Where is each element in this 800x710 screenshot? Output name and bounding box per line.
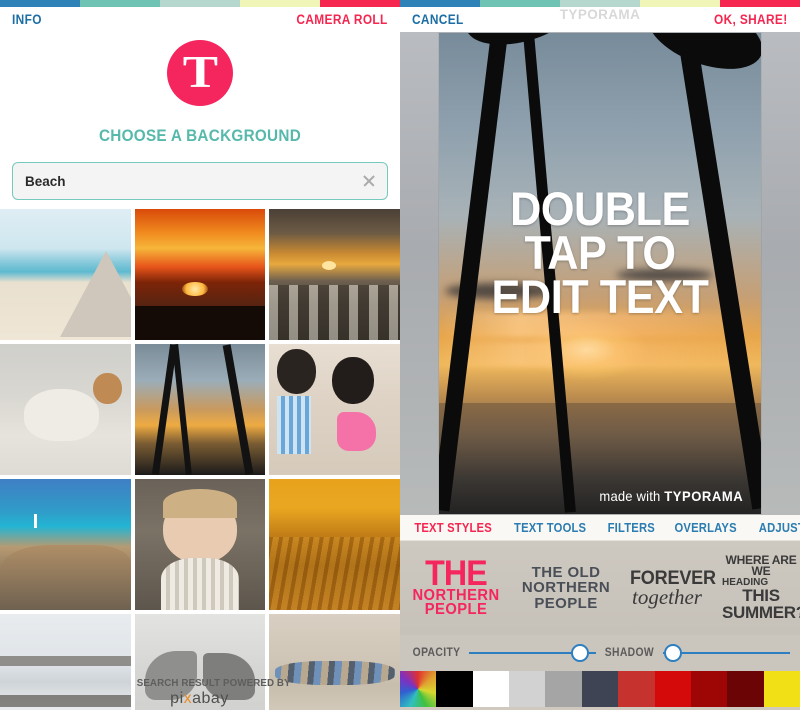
- cloud-band: [439, 340, 761, 367]
- preset1-line-3: PEOPLE: [424, 601, 488, 619]
- opacity-slider[interactable]: [469, 644, 597, 662]
- watermark[interactable]: made with TYPORAMA: [600, 488, 744, 504]
- color-swatch-row: [400, 671, 800, 707]
- preset2-line-2: NORTHERN: [521, 579, 611, 597]
- swatch-gray[interactable]: [545, 671, 582, 707]
- share-button[interactable]: OK, SHARE!: [715, 12, 788, 27]
- pixabay-p: pi: [170, 690, 184, 707]
- top-strip-segment: [320, 0, 400, 7]
- thumbnail-item[interactable]: [0, 614, 131, 710]
- pixabay-logo: pixabay: [132, 690, 267, 708]
- opacity-label: OPACITY: [412, 647, 461, 659]
- preset2-line-3: PEOPLE: [534, 594, 598, 612]
- swatch-white[interactable]: [472, 671, 510, 707]
- thumbnail-item[interactable]: [134, 209, 266, 340]
- canvas-text-line-2: TAP TO: [524, 226, 676, 280]
- text-styles-row: THE NORTHERN PEOPLE THE OLD NORTHERN PEO…: [400, 541, 800, 635]
- design-canvas[interactable]: DOUBLE TAP TO EDIT TEXT made with TYPORA…: [439, 33, 761, 514]
- swatch-red[interactable]: [654, 671, 691, 707]
- background-chooser-panel: INFO CAMERA ROLL T CHOOSE A BACKGROUND B…: [0, 0, 400, 710]
- top-strip-segment: [0, 0, 80, 7]
- search-input[interactable]: Beach: [12, 162, 388, 200]
- swatch-black[interactable]: [436, 671, 473, 707]
- search-row: Beach: [0, 146, 400, 200]
- thumbnail-item[interactable]: [0, 344, 131, 475]
- tab-adjustments[interactable]: ADJUSTMENTS: [759, 521, 800, 535]
- swatch-yellow[interactable]: [763, 671, 800, 707]
- thumbnail-item[interactable]: [269, 344, 400, 475]
- pixabay-credit: SEARCH RESULT POWERED BY pixabay: [132, 677, 291, 708]
- swatch-dark-red[interactable]: [690, 671, 728, 707]
- shadow-slider[interactable]: [662, 644, 791, 662]
- swatch-brick-red[interactable]: [618, 671, 655, 707]
- canvas-text-line-1: DOUBLE: [510, 181, 690, 235]
- tab-text-tools[interactable]: TEXT TOOLS: [514, 521, 586, 535]
- slider-controls: OPACITY SHADOW: [400, 635, 800, 671]
- thumbnail-item[interactable]: [269, 614, 400, 710]
- preview-area: DOUBLE TAP TO EDIT TEXT made with TYPORA…: [400, 32, 800, 515]
- preset3-line-2: together: [632, 584, 702, 609]
- canvas-text[interactable]: DOUBLE TAP TO EDIT TEXT: [452, 181, 748, 324]
- shadow-knob[interactable]: [664, 644, 683, 662]
- thumbnail-item[interactable]: [269, 209, 400, 340]
- watermark-prefix: made with: [599, 488, 661, 504]
- watermark-brand: TYPORAMA: [664, 488, 744, 504]
- top-color-strip: [0, 0, 800, 7]
- text-style-preset-1[interactable]: THE NORTHERN PEOPLE: [400, 541, 512, 635]
- canvas-text-line-3: EDIT TEXT: [491, 270, 709, 324]
- preset1-line-1: THE: [425, 554, 488, 594]
- logo-container: T: [0, 40, 400, 106]
- top-strip-segment: [720, 0, 800, 7]
- preset2-line-1: THE OLD: [531, 564, 601, 582]
- camera-roll-button[interactable]: CAMERA ROLL: [297, 12, 388, 27]
- pixabay-x: x: [183, 690, 193, 707]
- page-title: CHOOSE A BACKGROUND: [98, 126, 302, 145]
- thumbnail-item[interactable]: [134, 479, 266, 610]
- thumbnail-item[interactable]: [269, 479, 400, 610]
- preset4-line-4: SUMMER?: [722, 602, 800, 622]
- swatch-maroon[interactable]: [727, 671, 764, 707]
- top-strip-segment: [240, 0, 320, 7]
- pixabay-rest: abay: [192, 690, 229, 707]
- editor-tabbar: TEXT STYLES TEXT TOOLS FILTERS OVERLAYS ADJU…: [400, 515, 800, 541]
- color-picker-rainbow[interactable]: [400, 671, 437, 707]
- thumbnail-item[interactable]: [0, 209, 131, 340]
- top-strip-segment: [160, 0, 240, 7]
- editor-panel: CANCEL TYPORAMA OK, SHARE! DOUBLE TAP TO…: [400, 0, 800, 710]
- close-icon[interactable]: [362, 174, 376, 188]
- thumbnail-item[interactable]: [0, 479, 131, 610]
- swatch-dark-slate[interactable]: [581, 671, 619, 707]
- text-style-preset-4[interactable]: WHERE ARE WE HEADING THIS SUMMER?: [714, 541, 800, 635]
- top-strip-segment: [640, 0, 720, 7]
- top-strip-segment: [560, 0, 640, 7]
- logo-letter: T: [182, 46, 218, 97]
- tab-overlays[interactable]: OVERLAYS: [675, 521, 737, 535]
- swatch-light-gray[interactable]: [509, 671, 546, 707]
- typorama-app: INFO CAMERA ROLL T CHOOSE A BACKGROUND B…: [0, 0, 800, 710]
- credit-text: SEARCH RESULT POWERED BY: [136, 677, 291, 689]
- shadow-label: SHADOW: [604, 647, 655, 659]
- text-style-preset-3[interactable]: FOREVER together: [620, 541, 716, 635]
- thumbnail-grid: [0, 209, 400, 710]
- info-button[interactable]: INFO: [12, 12, 42, 27]
- top-strip-segment: [80, 0, 160, 7]
- top-strip-segment: [480, 0, 560, 7]
- search-value: Beach: [25, 173, 66, 189]
- preset4-line-1: WHERE ARE WE: [725, 552, 797, 579]
- preset3-line-1: FOREVER: [629, 567, 716, 589]
- opacity-knob[interactable]: [570, 644, 589, 662]
- text-style-preset-2[interactable]: THE OLD NORTHERN PEOPLE: [512, 541, 620, 635]
- thumbnail-item[interactable]: [134, 344, 266, 475]
- tab-text-styles[interactable]: TEXT STYLES: [414, 521, 492, 535]
- tab-filters[interactable]: FILTERS: [607, 521, 654, 535]
- top-strip-segment: [400, 0, 480, 7]
- typorama-logo-icon: T: [167, 40, 233, 106]
